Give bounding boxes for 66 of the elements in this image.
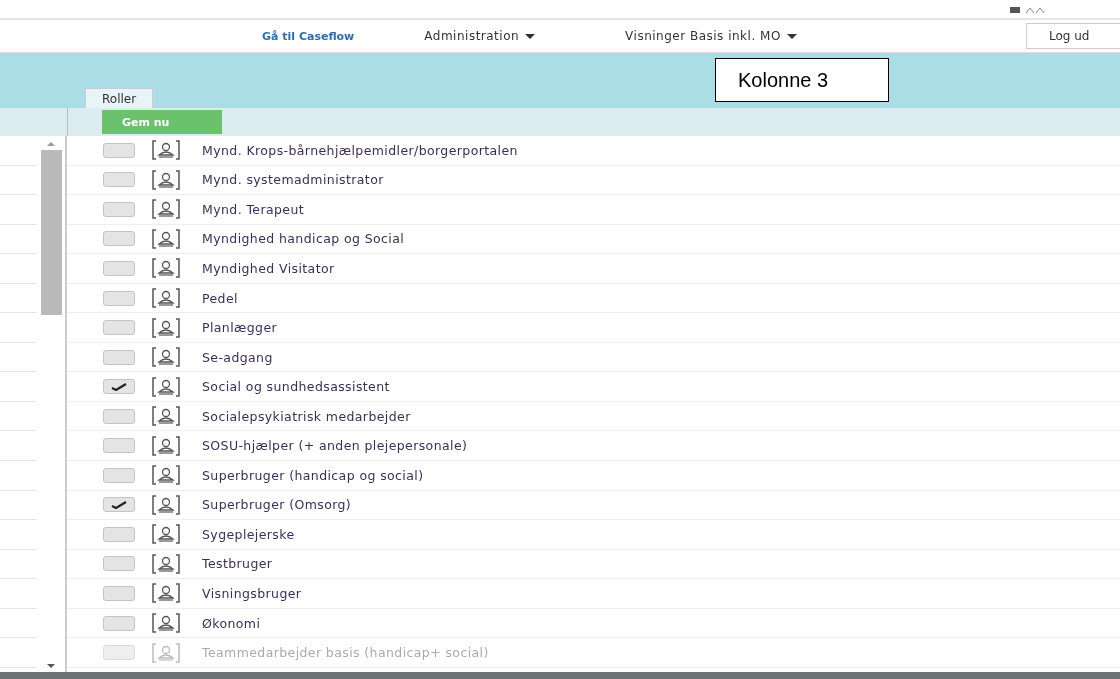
checkbox[interactable] bbox=[103, 172, 135, 188]
checkbox[interactable] bbox=[103, 615, 135, 631]
user-icon bbox=[152, 376, 180, 397]
role-label: Testbruger bbox=[202, 556, 273, 572]
nav-menu[interactable]: Visninger Basis inkl. MO bbox=[625, 29, 797, 43]
role-label: Økonomi bbox=[202, 615, 261, 631]
role-label: Pedel bbox=[202, 290, 238, 306]
role-label: SOSU-hjælper (+ anden plejepersonale) bbox=[202, 438, 468, 454]
role-label: Mynd. Krops-bårnehjælpemidler/borgerportalen bbox=[202, 142, 518, 158]
role-label: Teammedarbejder basis (handicap+ social) bbox=[202, 645, 489, 661]
user-icon bbox=[152, 258, 180, 279]
scrollbar-thumb[interactable] bbox=[40, 150, 62, 315]
role-label: Myndighed Visitator bbox=[202, 260, 335, 276]
role-label: Superbruger (handicap og social) bbox=[202, 467, 424, 483]
role-label: Sygeplejerske bbox=[202, 526, 295, 542]
checkbox[interactable] bbox=[103, 260, 135, 276]
scroll-up-icon[interactable] bbox=[47, 142, 55, 146]
user-icon bbox=[152, 317, 180, 338]
user-icon bbox=[152, 288, 180, 308]
user-icon bbox=[152, 583, 180, 604]
checkbox[interactable] bbox=[103, 142, 135, 158]
user-icon bbox=[152, 199, 180, 220]
user-icon bbox=[152, 524, 180, 545]
caret-icon bbox=[525, 33, 536, 39]
user-icon bbox=[152, 169, 180, 190]
checkbox[interactable] bbox=[103, 556, 135, 572]
nav-menu[interactable]: Administration bbox=[424, 29, 536, 43]
checkbox[interactable] bbox=[103, 408, 135, 424]
user-icon bbox=[152, 406, 180, 427]
user-icon bbox=[152, 494, 180, 515]
user-icon bbox=[152, 642, 180, 663]
checkbox[interactable] bbox=[103, 290, 135, 306]
checkbox[interactable] bbox=[103, 497, 135, 513]
checkbox[interactable] bbox=[103, 231, 135, 247]
logout-button[interactable]: Log ud bbox=[1026, 23, 1120, 49]
role-label: Social og sundhedsassistent bbox=[202, 379, 390, 395]
user-icon bbox=[152, 347, 180, 368]
checkbox[interactable] bbox=[103, 585, 135, 601]
checkbox[interactable] bbox=[103, 349, 135, 365]
user-icon bbox=[152, 140, 180, 161]
checkmark-icon bbox=[110, 500, 128, 509]
caret-icon bbox=[786, 33, 797, 39]
checkbox[interactable] bbox=[103, 438, 135, 454]
role-label: Socialepsykiatrisk medarbejder bbox=[202, 408, 411, 424]
checkmark-icon bbox=[110, 382, 128, 391]
role-label: Myndighed handicap og Social bbox=[202, 231, 405, 247]
annotation-label: Kolonne 3 bbox=[715, 58, 889, 102]
checkbox[interactable] bbox=[103, 526, 135, 542]
role-label: Visningsbruger bbox=[202, 585, 302, 601]
tab[interactable]: Roller bbox=[85, 88, 154, 108]
user-icon bbox=[152, 553, 180, 574]
user-icon bbox=[152, 613, 180, 633]
caseflow-link[interactable]: Gå til Caseflow bbox=[262, 29, 355, 43]
user-icon bbox=[152, 465, 180, 486]
checkbox[interactable] bbox=[103, 201, 135, 217]
user-icon bbox=[152, 228, 180, 249]
role-label: Se-adgang bbox=[202, 349, 273, 365]
role-label: Mynd. systemadministrator bbox=[202, 172, 384, 188]
role-label: Planlægger bbox=[202, 320, 278, 336]
scroll-down-icon[interactable] bbox=[47, 664, 55, 668]
checkbox[interactable] bbox=[103, 467, 135, 483]
role-label: Superbruger (Omsorg) bbox=[202, 497, 352, 513]
user-icon bbox=[152, 435, 180, 456]
role-label: Mynd. Terapeut bbox=[202, 201, 305, 217]
checkbox[interactable] bbox=[103, 379, 135, 395]
checkbox[interactable] bbox=[103, 320, 135, 336]
